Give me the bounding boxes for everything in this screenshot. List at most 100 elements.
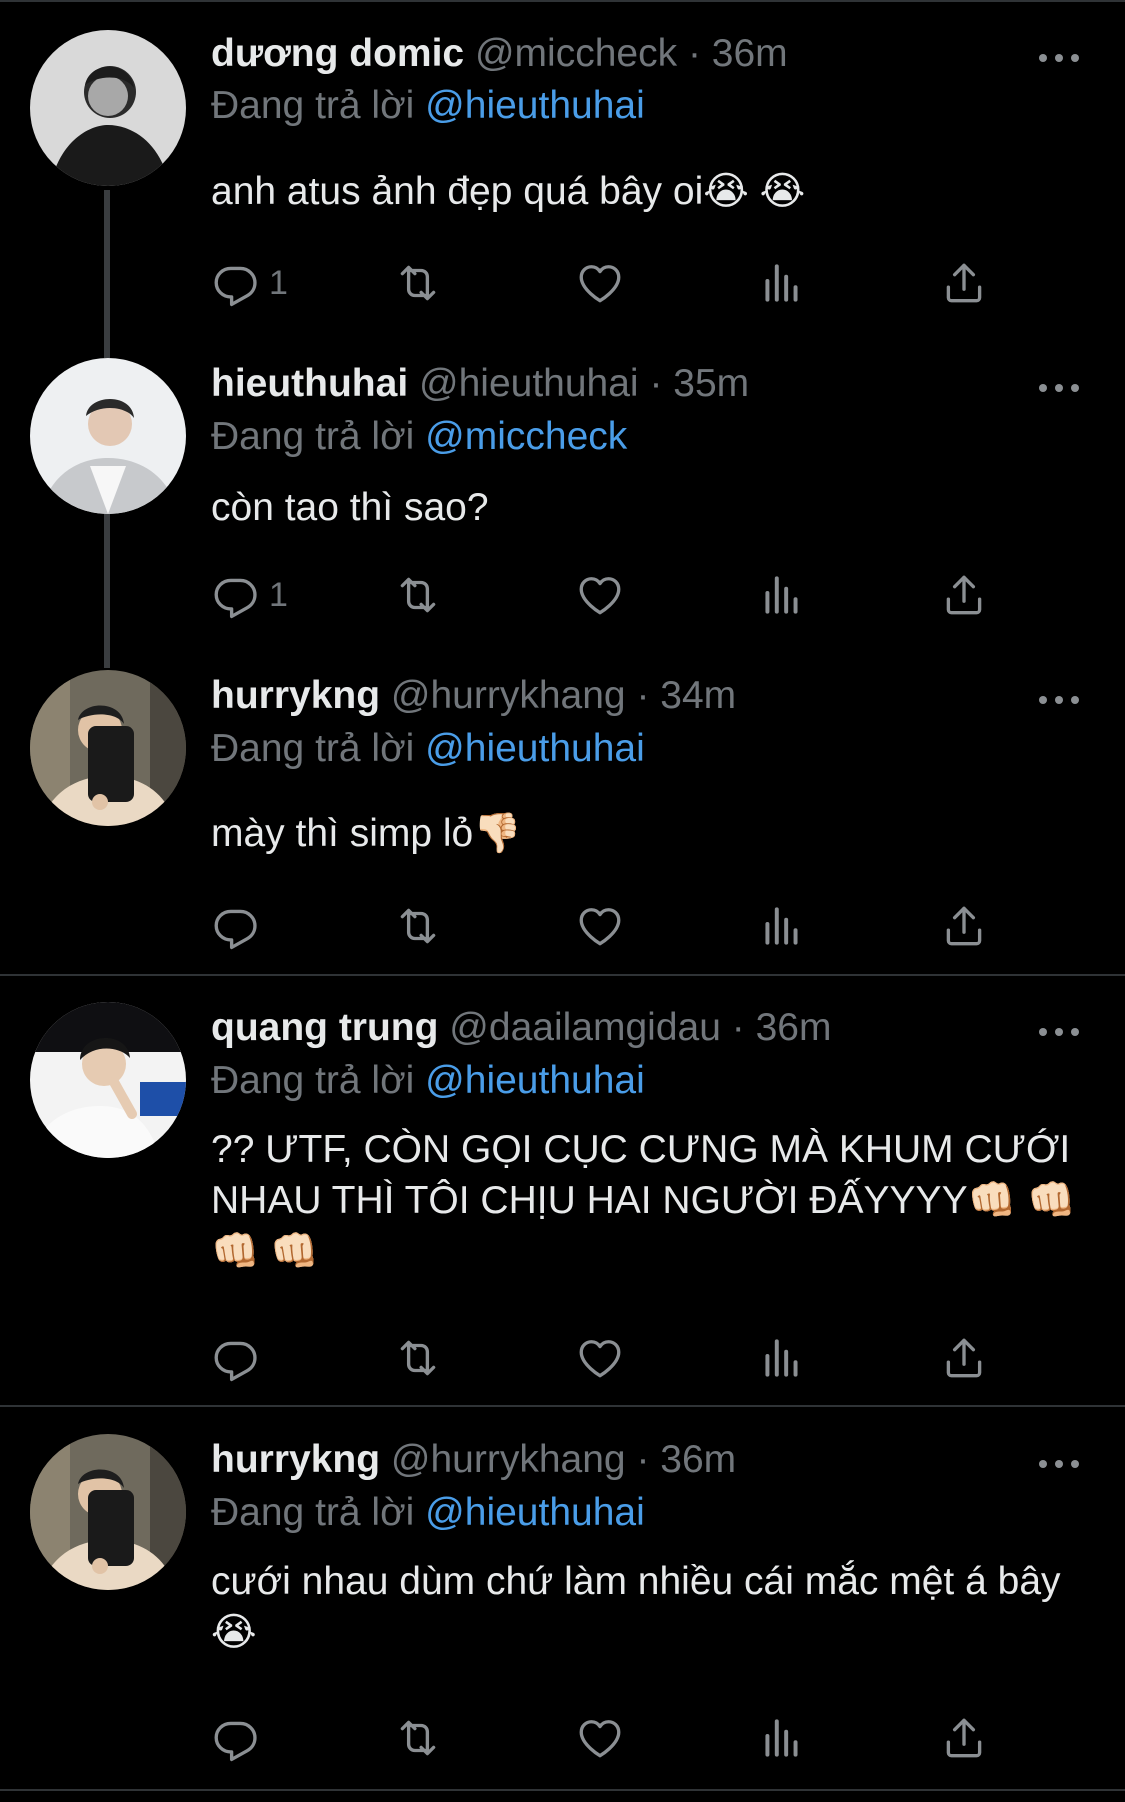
user-handle[interactable]: @hurrykhang — [391, 674, 626, 717]
user-name[interactable]: quang trung — [211, 1006, 438, 1049]
share-button[interactable] — [939, 568, 989, 622]
reply-mention[interactable]: @hieuthuhai — [425, 1491, 645, 1534]
avatar[interactable] — [30, 1002, 186, 1158]
reply-mention[interactable]: @miccheck — [425, 415, 627, 458]
share-icon — [939, 570, 989, 620]
timestamp[interactable]: 35m — [673, 362, 749, 405]
top-divider — [0, 0, 1125, 2]
reply-button[interactable] — [211, 899, 261, 953]
user-name[interactable]: hurrykng — [211, 1438, 380, 1481]
like-icon — [575, 901, 625, 951]
avatar[interactable] — [30, 358, 186, 514]
tweet-text: còn tao thì sao? — [211, 486, 489, 529]
analytics-button[interactable] — [757, 568, 807, 622]
user-handle[interactable]: @miccheck — [475, 32, 677, 75]
separator-dot: · — [687, 32, 701, 75]
replying-label: Đang trả lời — [211, 84, 415, 127]
reply-button[interactable] — [211, 1711, 261, 1765]
analytics-button[interactable] — [757, 1331, 807, 1385]
like-button[interactable] — [575, 899, 625, 953]
retweet-button[interactable] — [393, 899, 443, 953]
retweet-button[interactable] — [393, 256, 443, 310]
like-button[interactable] — [575, 1711, 625, 1765]
more-icon[interactable] — [1039, 382, 1079, 394]
like-icon — [575, 1333, 625, 1383]
more-icon[interactable] — [1039, 694, 1079, 706]
analytics-icon — [757, 570, 807, 620]
retweet-button[interactable] — [393, 568, 443, 622]
user-name[interactable]: hurrykng — [211, 674, 380, 717]
like-button[interactable] — [575, 568, 625, 622]
thread-line — [104, 190, 110, 358]
user-handle[interactable]: @hieuthuhai — [419, 362, 639, 405]
thread-divider — [0, 1405, 1125, 1407]
analytics-button[interactable] — [757, 1711, 807, 1765]
retweet-icon — [393, 570, 443, 620]
more-icon[interactable] — [1039, 1026, 1079, 1038]
user-name[interactable]: dương domic — [211, 32, 464, 75]
thread-divider — [0, 974, 1125, 976]
user-name[interactable]: hieuthuhai — [211, 362, 408, 405]
action-bar: 1 — [211, 256, 1011, 310]
reply-icon — [211, 570, 261, 620]
replying-label: Đang trả lời — [211, 727, 415, 770]
timestamp[interactable]: 36m — [756, 1006, 832, 1049]
user-handle[interactable]: @hurrykhang — [391, 1438, 626, 1481]
share-button[interactable] — [939, 1711, 989, 1765]
reply-button[interactable]: 1 — [211, 256, 288, 310]
reply-button[interactable] — [211, 1331, 261, 1385]
analytics-icon — [757, 901, 807, 951]
reply-icon — [211, 901, 261, 951]
like-icon — [575, 1713, 625, 1763]
separator-dot: · — [731, 1006, 745, 1049]
user-handle[interactable]: @daailamgidau — [449, 1006, 721, 1049]
tweet-text: anh atus ảnh đẹp quá bây oi😭 😭 — [211, 170, 806, 213]
share-button[interactable] — [939, 1331, 989, 1385]
share-icon — [939, 258, 989, 308]
reply-icon — [211, 1333, 261, 1383]
timestamp[interactable]: 36m — [712, 32, 788, 75]
avatar[interactable] — [30, 1434, 186, 1590]
replying-label: Đang trả lời — [211, 1491, 415, 1534]
retweet-button[interactable] — [393, 1331, 443, 1385]
like-button[interactable] — [575, 1331, 625, 1385]
action-bar: 1 — [211, 568, 1011, 622]
thread-divider — [0, 1789, 1125, 1791]
tweet-text: ?? ƯTF, CÒN GỌI CỤC CƯNG MÀ KHUM CƯỚI NH… — [211, 1128, 1076, 1273]
separator-dot: · — [636, 674, 650, 717]
avatar[interactable] — [30, 670, 186, 826]
reply-mention[interactable]: @hieuthuhai — [425, 727, 645, 770]
share-icon — [939, 1713, 989, 1763]
share-button[interactable] — [939, 256, 989, 310]
more-icon[interactable] — [1039, 1458, 1079, 1470]
like-icon — [575, 570, 625, 620]
analytics-button[interactable] — [757, 256, 807, 310]
analytics-icon — [757, 1333, 807, 1383]
action-bar — [211, 899, 1011, 953]
analytics-icon — [757, 1713, 807, 1763]
retweet-icon — [393, 1713, 443, 1763]
reply-button[interactable]: 1 — [211, 568, 288, 622]
like-icon — [575, 258, 625, 308]
share-button[interactable] — [939, 899, 989, 953]
share-icon — [939, 901, 989, 951]
tweet-text: cưới nhau dùm chứ làm nhiều cái mắc mệt … — [211, 1560, 1061, 1654]
reply-count: 1 — [269, 575, 288, 614]
like-button[interactable] — [575, 256, 625, 310]
more-icon[interactable] — [1039, 52, 1079, 64]
reply-mention[interactable]: @hieuthuhai — [425, 84, 645, 127]
reply-icon — [211, 258, 261, 308]
timestamp[interactable]: 34m — [660, 674, 736, 717]
reply-icon — [211, 1713, 261, 1763]
tweet-text: mày thì simp lỏ👎🏻 — [211, 812, 522, 855]
avatar[interactable] — [30, 30, 186, 186]
separator-dot: · — [636, 1438, 650, 1481]
retweet-icon — [393, 1333, 443, 1383]
analytics-button[interactable] — [757, 899, 807, 953]
reply-mention[interactable]: @hieuthuhai — [425, 1059, 645, 1102]
timestamp[interactable]: 36m — [660, 1438, 736, 1481]
replying-label: Đang trả lời — [211, 1059, 415, 1102]
action-bar — [211, 1331, 1011, 1385]
retweet-button[interactable] — [393, 1711, 443, 1765]
replying-label: Đang trả lời — [211, 415, 415, 458]
